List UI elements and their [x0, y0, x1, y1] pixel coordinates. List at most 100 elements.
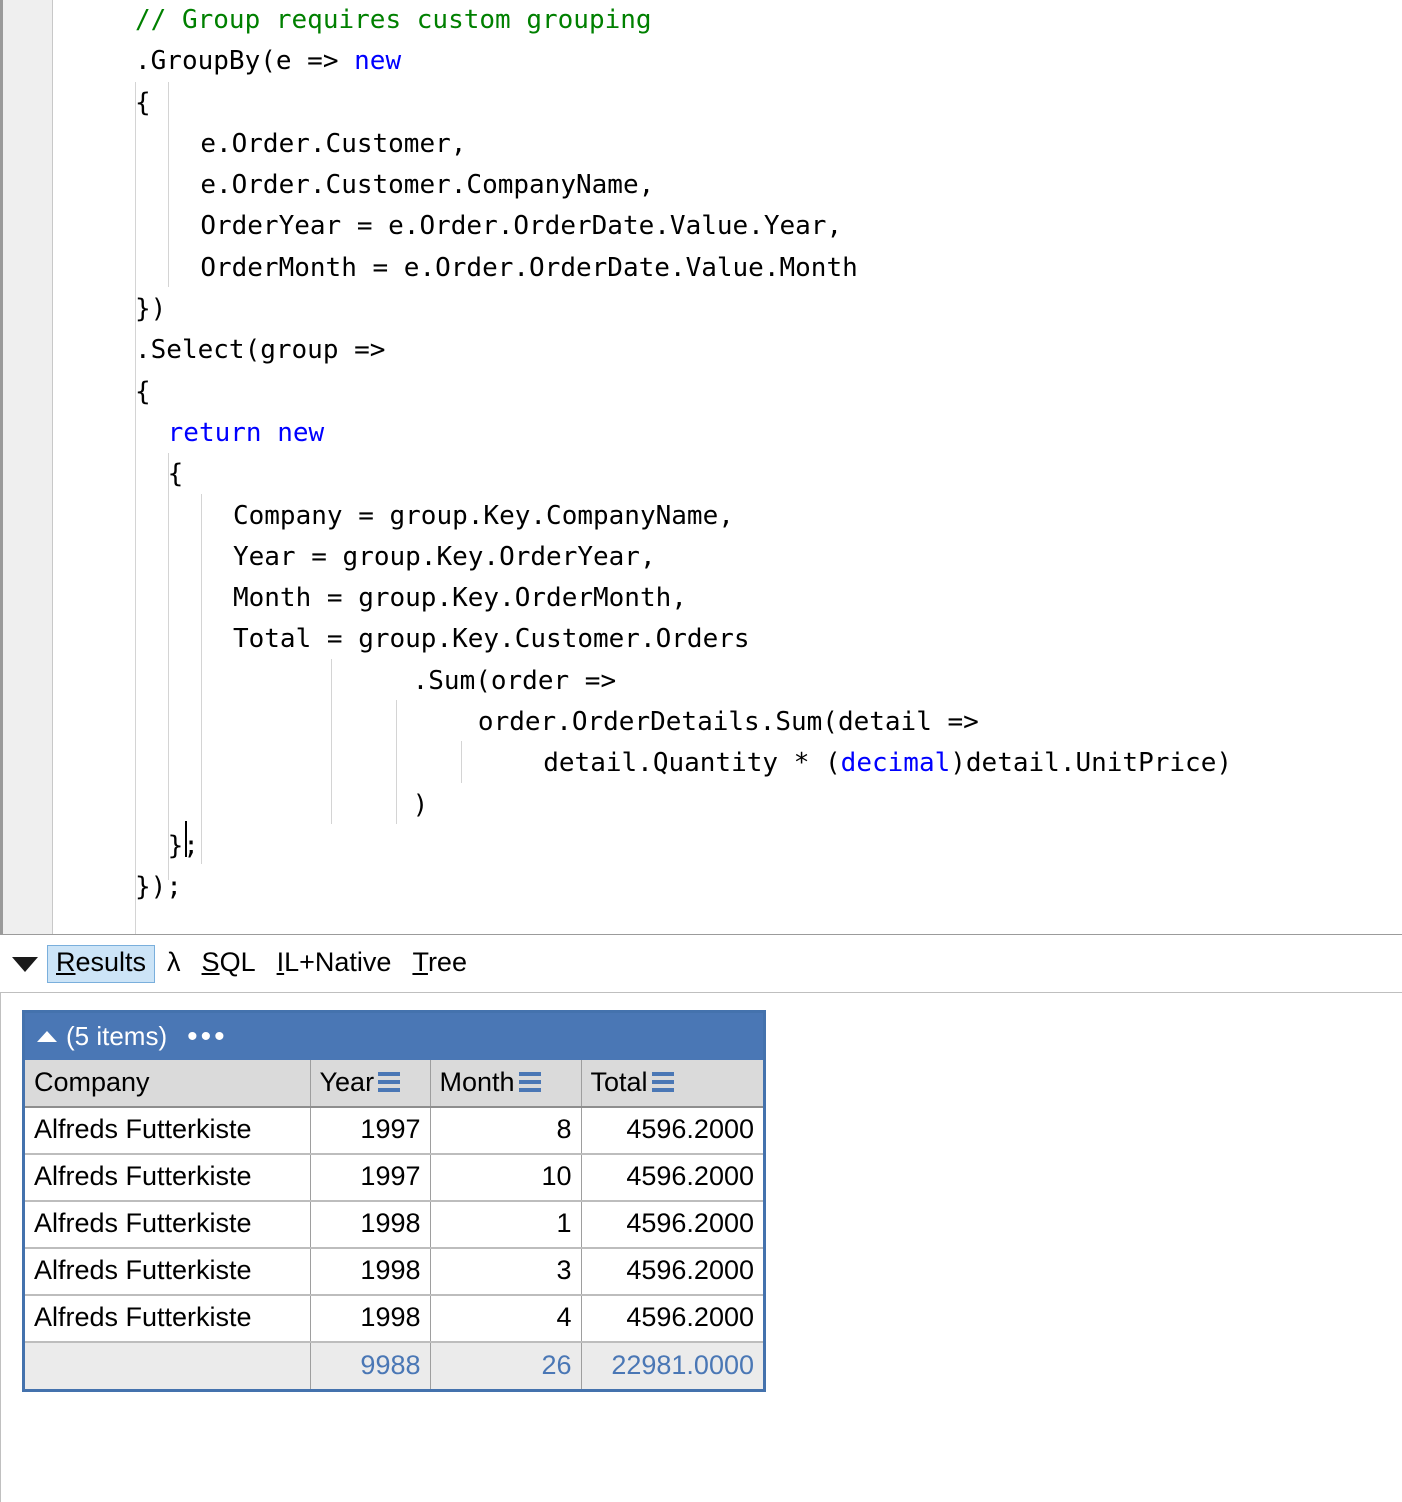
tab-sql[interactable]: SQL	[193, 945, 265, 983]
code-line: .Select(group =>	[135, 330, 1232, 371]
cell-company[interactable]: Alfreds Futterkiste	[25, 1248, 311, 1296]
header-row: Company Year Month Total	[25, 1060, 763, 1108]
cell-year[interactable]: 1998	[310, 1201, 431, 1249]
tab--[interactable]: λ	[158, 945, 190, 983]
triangle-up-icon[interactable]	[37, 1031, 57, 1042]
code-editor[interactable]: // Group requires custom grouping .GroupB…	[0, 0, 1402, 935]
code-token: order.OrderDetails.Sum(detail =>	[477, 707, 979, 738]
column-header-company[interactable]: Company	[25, 1060, 311, 1108]
tab-label: esults	[75, 947, 147, 978]
code-line: OrderYear = e.Order.OrderDate.Value.Year…	[135, 206, 1232, 247]
cell-company[interactable]: Alfreds Futterkiste	[25, 1154, 311, 1202]
totals-cell-year: 9988	[310, 1342, 431, 1389]
table-header: Company Year Month Total	[25, 1060, 763, 1108]
results-grid: (5 items) ••• Company Year Month Total Alfr…	[22, 1010, 766, 1392]
cell-company[interactable]: Alfreds Futterkiste	[25, 1201, 311, 1249]
code-token: OrderMonth = e.Order.OrderDate.Value.Mon…	[200, 252, 858, 283]
cell-year[interactable]: 1997	[310, 1107, 431, 1155]
ellipsis-icon[interactable]: •••	[187, 1021, 228, 1051]
code-token: e.Order.Customer,	[200, 128, 467, 159]
column-header-year[interactable]: Year	[310, 1060, 431, 1108]
code-token: {	[135, 87, 151, 118]
cell-total[interactable]: 4596.2000	[581, 1201, 763, 1249]
cell-year[interactable]: 1998	[310, 1295, 431, 1343]
tab-accelerator: T	[412, 947, 428, 978]
cell-total[interactable]: 4596.2000	[581, 1295, 763, 1343]
table-row[interactable]: Alfreds Futterkiste 1998 4 4596.2000	[25, 1295, 763, 1343]
tab-tree[interactable]: Tree	[403, 945, 476, 983]
cell-month[interactable]: 1	[430, 1201, 582, 1249]
tab-results[interactable]: Results	[47, 945, 156, 983]
code-token: .Select(group =>	[135, 335, 386, 366]
code-token: {	[167, 459, 184, 490]
column-header-label: Total	[590, 1066, 648, 1097]
code-token: {	[135, 376, 151, 407]
cell-total[interactable]: 4596.2000	[581, 1107, 763, 1155]
cell-year[interactable]: 1998	[310, 1248, 431, 1296]
cell-month[interactable]: 4	[430, 1295, 582, 1343]
cell-total[interactable]: 4596.2000	[581, 1248, 763, 1296]
column-header-label: Year	[319, 1066, 375, 1097]
code-line: {	[135, 83, 1232, 124]
code-line: .GroupBy(e => new	[135, 41, 1232, 82]
code-token: .GroupBy(e =>	[135, 46, 355, 77]
code-keyword: new	[354, 46, 402, 77]
code-token: detail.Quantity * (	[543, 748, 841, 779]
code-keyword: decimal	[840, 748, 951, 779]
code-line: e.Order.Customer,	[135, 124, 1232, 165]
code-token: };	[167, 830, 199, 861]
code-keyword: return new	[167, 417, 325, 448]
column-header-month[interactable]: Month	[430, 1060, 582, 1108]
cell-year[interactable]: 1997	[310, 1154, 431, 1202]
cell-month[interactable]: 8	[430, 1107, 582, 1155]
code-token: )detail.UnitPrice)	[950, 748, 1233, 779]
code-line: OrderMonth = e.Order.OrderDate.Value.Mon…	[135, 248, 1232, 289]
cell-month[interactable]: 10	[430, 1154, 582, 1202]
column-menu-icon[interactable]	[518, 1072, 541, 1092]
tab-accelerator: I	[276, 947, 285, 978]
tab-label: L+Native	[284, 947, 392, 978]
code-line: {	[135, 372, 1232, 413]
code-token: });	[135, 872, 182, 903]
code-line: Year = group.Key.OrderYear,	[135, 537, 1232, 578]
code-line: Company = group.Key.CompanyName,	[135, 496, 1232, 537]
code-token: )	[412, 789, 429, 820]
cell-company[interactable]: Alfreds Futterkiste	[25, 1295, 311, 1343]
code-text[interactable]: // Group requires custom grouping .GroupB…	[135, 0, 1232, 909]
code-line: })	[135, 289, 1232, 330]
table-body: Alfreds Futterkiste 1997 8 4596.2000 Alfreds…	[25, 1107, 763, 1389]
column-header-label: Month	[439, 1066, 515, 1097]
cell-month[interactable]: 3	[430, 1248, 582, 1296]
column-header-label: Company	[34, 1066, 150, 1097]
results-table: Company Year Month Total Alfreds Futterkist…	[25, 1060, 763, 1389]
tab-label: ree	[427, 947, 467, 978]
column-menu-icon[interactable]	[378, 1072, 401, 1092]
column-menu-icon[interactable]	[651, 1072, 674, 1092]
triangle-down-icon[interactable]	[12, 956, 38, 972]
column-header-total[interactable]: Total	[581, 1060, 763, 1108]
code-line: {	[135, 454, 1232, 495]
totals-cell-month: 26	[430, 1342, 582, 1389]
cell-company[interactable]: Alfreds Futterkiste	[25, 1107, 311, 1155]
code-line: });	[135, 867, 1232, 908]
tab-accelerator: R	[56, 947, 76, 978]
editor-gutter	[0, 0, 53, 934]
table-row[interactable]: Alfreds Futterkiste 1998 1 4596.2000	[25, 1201, 763, 1249]
code-token: })	[135, 294, 167, 325]
code-line: e.Order.Customer.CompanyName,	[135, 165, 1232, 206]
table-row[interactable]: Alfreds Futterkiste 1997 8 4596.2000	[25, 1107, 763, 1155]
code-token: e.Order.Customer.CompanyName,	[200, 170, 655, 201]
tab-il-native[interactable]: IL+Native	[268, 945, 401, 983]
table-row[interactable]: Alfreds Futterkiste 1998 3 4596.2000	[25, 1248, 763, 1296]
code-line: Total = group.Key.Customer.Orders	[135, 619, 1232, 660]
code-comment: // Group requires custom grouping	[135, 5, 652, 35]
table-row[interactable]: Alfreds Futterkiste 1997 10 4596.2000	[25, 1154, 763, 1202]
totals-row: 9988 26 22981.0000	[25, 1342, 763, 1389]
cell-total[interactable]: 4596.2000	[581, 1154, 763, 1202]
code-line: return new	[135, 413, 1232, 454]
code-line: // Group requires custom grouping	[135, 0, 1232, 41]
code-line: .Sum(order =>	[135, 661, 1232, 702]
code-surface[interactable]: // Group requires custom grouping .GroupB…	[54, 0, 1402, 934]
tab-label: λ	[167, 947, 181, 978]
tab-label: QL	[219, 947, 256, 978]
